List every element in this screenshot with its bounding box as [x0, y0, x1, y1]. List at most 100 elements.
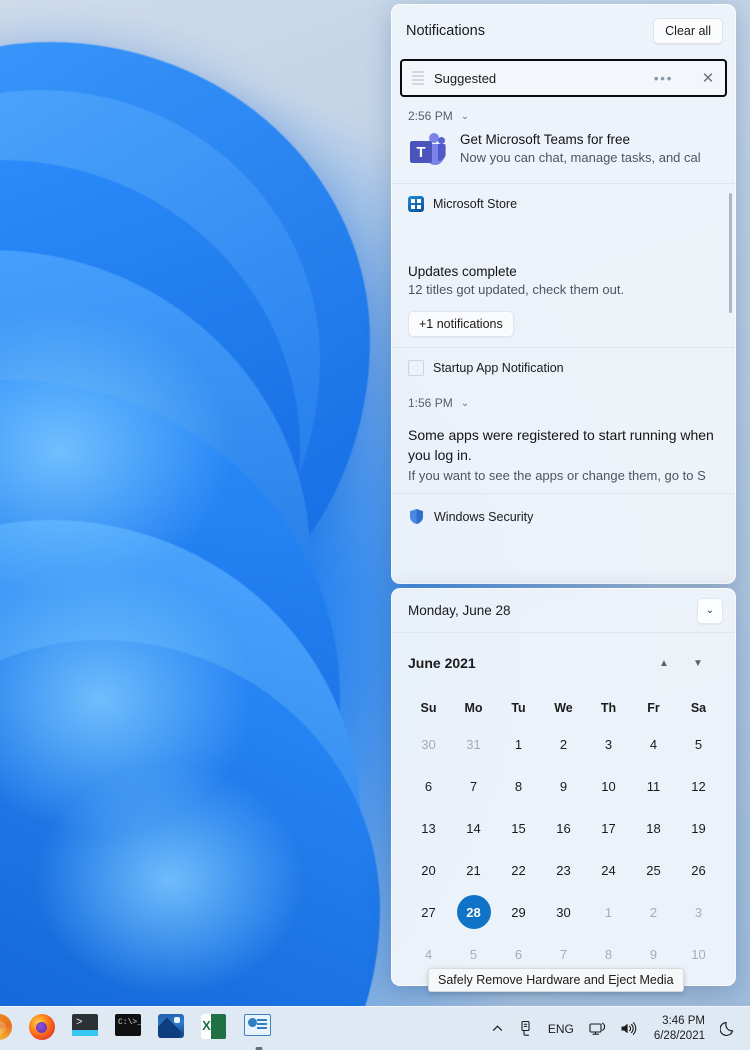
chevron-down-icon[interactable]: ⌄ — [461, 111, 469, 122]
chevron-down-icon[interactable]: ⌄ — [461, 398, 469, 409]
more-notifications-button[interactable]: +1 notifications — [408, 311, 514, 337]
calendar-day[interactable]: 24 — [586, 849, 631, 891]
calendar-week-row: 6 7 8 9 10 11 12 — [406, 765, 721, 807]
calendar-day[interactable]: 7 — [451, 765, 496, 807]
notification-description: 12 titles got updated, check them out. — [408, 282, 625, 297]
calendar-day[interactable]: 17 — [586, 807, 631, 849]
timestamp-label: 1:56 PM — [408, 396, 453, 410]
taskbar-item-excel[interactable] — [201, 1013, 231, 1044]
taskbar-item-edge[interactable] — [0, 1013, 16, 1044]
notification-content[interactable]: T Get Microsoft Teams for free Now you c… — [392, 129, 735, 183]
taskbar-date: 6/28/2021 — [653, 1029, 705, 1042]
clock-button[interactable]: 3:46 PM 6/28/2021 — [644, 1014, 713, 1043]
notification-group-windows-security[interactable]: Windows Security — [392, 494, 735, 533]
taskbar-item-presentation[interactable] — [244, 1013, 274, 1050]
app-name-label: Startup App Notification — [433, 361, 564, 375]
suggested-notification-row[interactable]: Suggested ••• ✕ — [400, 59, 727, 97]
calendar-day-label: 21 — [466, 862, 481, 878]
notification-scrollbar[interactable] — [729, 193, 732, 313]
clear-all-button[interactable]: Clear all — [653, 18, 723, 44]
calendar-day[interactable]: 2 — [631, 891, 676, 933]
calendar-day[interactable]: 22 — [496, 849, 541, 891]
notification-title: Updates complete — [408, 264, 517, 279]
taskbar-item-firefox[interactable] — [29, 1013, 59, 1044]
calendar-day[interactable]: 8 — [496, 765, 541, 807]
calendar-day[interactable]: 12 — [676, 765, 721, 807]
safely-remove-hardware-button[interactable] — [511, 1013, 540, 1045]
calendar-day[interactable]: 14 — [451, 807, 496, 849]
calendar-day[interactable]: 16 — [541, 807, 586, 849]
notification-timestamp-row[interactable]: 1:56 PM ⌄ — [392, 384, 735, 416]
calendar-day[interactable]: 10 — [586, 765, 631, 807]
calendar-day-label: 13 — [421, 820, 436, 836]
taskbar-item-photos[interactable] — [158, 1013, 188, 1044]
calendar-day-label: 16 — [556, 820, 571, 836]
command-prompt-icon — [115, 1013, 141, 1036]
calendar-expand-button[interactable]: ⌄ — [697, 597, 723, 624]
startup-app-icon — [408, 360, 424, 376]
close-icon[interactable]: ✕ — [699, 69, 717, 87]
calendar-day[interactable]: 29 — [496, 891, 541, 933]
calendar-weeks: 30 31 1 2 3 4 5 6 7 8 9 10 11 12 13 14 15 16 17 18 19 20 21 22 2… — [406, 723, 721, 975]
calendar-day[interactable]: 30 — [541, 891, 586, 933]
notification-title: Some apps were registered to start runni… — [408, 427, 714, 463]
taskbar-item-command-prompt[interactable] — [115, 1013, 145, 1044]
calendar-prev-button[interactable]: ▲ — [647, 658, 681, 669]
notification-group-store[interactable]: Microsoft Store Updates complete 12 titl… — [392, 184, 735, 348]
calendar-day-label: 9 — [649, 946, 658, 962]
notification-timestamp-row[interactable]: 2:56 PM ⌄ — [392, 97, 735, 129]
notification-group-startup-app[interactable]: Startup App Notification 1:56 PM ⌄ Some … — [392, 348, 735, 495]
calendar-day[interactable]: 4 — [631, 723, 676, 765]
notification-content[interactable]: Some apps were registered to start runni… — [392, 416, 735, 493]
system-tray: ENG 3:46 PM 6/28/2021 — [484, 1013, 750, 1045]
notification-group-teams[interactable]: 2:56 PM ⌄ T Get Microsoft Teams for free — [392, 97, 735, 184]
calendar-day[interactable]: 19 — [676, 807, 721, 849]
more-options-icon[interactable]: ••• — [654, 70, 673, 86]
calendar-day-label: 19 — [691, 820, 706, 836]
taskbar-item-terminal[interactable] — [72, 1013, 102, 1044]
calendar-month-label[interactable]: June 2021 — [408, 655, 647, 671]
calendar-day[interactable]: 18 — [631, 807, 676, 849]
calendar-day[interactable]: 27 — [406, 891, 451, 933]
calendar-day-header: Sa — [690, 701, 707, 715]
calendar-day-selected[interactable]: 28 — [451, 891, 496, 933]
calendar-day[interactable]: 21 — [451, 849, 496, 891]
taskbar-time: 3:46 PM — [662, 1014, 705, 1027]
calendar-day[interactable]: 15 — [496, 807, 541, 849]
current-date-label: Monday, June 28 — [408, 603, 511, 618]
calendar-day[interactable]: 30 — [406, 723, 451, 765]
shield-icon — [408, 508, 425, 525]
volume-button[interactable] — [613, 1013, 644, 1045]
calendar-next-button[interactable]: ▼ — [681, 658, 715, 669]
calendar-day[interactable]: 13 — [406, 807, 451, 849]
network-button[interactable] — [582, 1013, 613, 1045]
notification-content[interactable]: Updates complete 12 titles got updated, … — [392, 264, 735, 347]
calendar-day[interactable]: 11 — [631, 765, 676, 807]
edge-icon — [0, 1013, 12, 1040]
calendar-day[interactable]: 25 — [631, 849, 676, 891]
calendar-day[interactable]: 6 — [406, 765, 451, 807]
calendar-flyout-panel: Monday, June 28 ⌄ June 2021 ▲ ▼ Su Mo Tu We… — [391, 588, 736, 986]
calendar-day[interactable]: 31 — [451, 723, 496, 765]
calendar-day[interactable]: 2 — [541, 723, 586, 765]
notification-bell-button[interactable] — [713, 1013, 744, 1045]
calendar-day[interactable]: 3 — [676, 891, 721, 933]
calendar-day[interactable]: 20 — [406, 849, 451, 891]
calendar-day-label: 5 — [694, 736, 703, 752]
calendar-day[interactable]: 1 — [586, 891, 631, 933]
calendar-day-label: 6 — [514, 946, 523, 962]
calendar-day[interactable]: 5 — [676, 723, 721, 765]
terminal-icon — [72, 1013, 98, 1036]
taskbar-app-list — [0, 1013, 274, 1050]
calendar-day[interactable]: 3 — [586, 723, 631, 765]
calendar-day[interactable]: 26 — [676, 849, 721, 891]
calendar-day[interactable]: 1 — [496, 723, 541, 765]
app-name-label: Windows Security — [434, 509, 534, 524]
language-indicator[interactable]: ENG — [540, 1022, 582, 1036]
firefox-icon — [29, 1013, 55, 1040]
calendar-day[interactable]: 9 — [541, 765, 586, 807]
tray-overflow-button[interactable] — [484, 1013, 511, 1045]
calendar-day-label: 18 — [646, 820, 661, 836]
calendar-day[interactable]: 23 — [541, 849, 586, 891]
calendar-day-label: 26 — [691, 862, 706, 878]
